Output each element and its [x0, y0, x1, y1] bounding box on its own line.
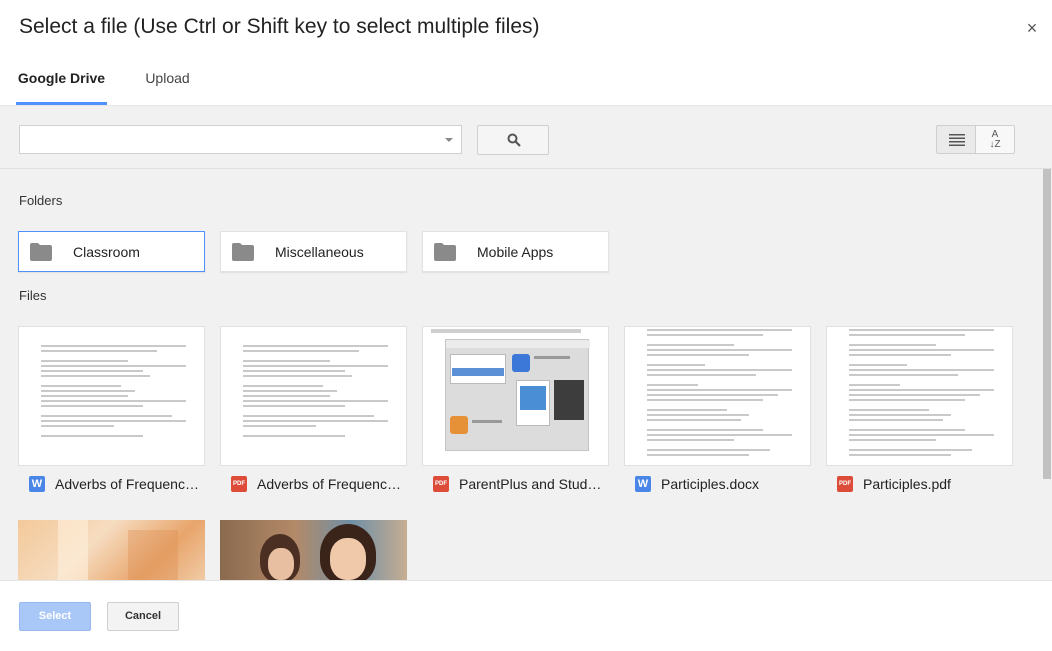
image-thumbnail [220, 520, 407, 580]
files-heading: Files [19, 288, 47, 303]
folder-icon [30, 243, 52, 261]
file-name: Adverbs of Frequency.pdf [257, 476, 402, 492]
file-thumbnail [220, 326, 407, 466]
file-name: Participles.pdf [863, 476, 951, 492]
scrollbar[interactable] [1043, 169, 1052, 580]
folder-name: Mobile Apps [477, 244, 554, 260]
file-picker-dialog: Select a file (Use Ctrl or Shift key to … [0, 0, 1052, 651]
list-view-button[interactable] [936, 125, 976, 154]
search-input[interactable] [19, 125, 462, 154]
pdf-icon: PDF [837, 476, 853, 492]
file-name: Participles.docx [661, 476, 760, 492]
cancel-button[interactable]: Cancel [107, 602, 179, 631]
search-icon [507, 133, 521, 147]
file-thumbnail [624, 326, 811, 466]
pdf-icon: PDF [231, 476, 247, 492]
word-doc-icon: W [29, 476, 45, 492]
scrollbar-thumb[interactable] [1043, 169, 1051, 479]
folder-name: Miscellaneous [275, 244, 364, 260]
sort-button[interactable]: A ↓Z [975, 125, 1015, 154]
sort-az-icon: A ↓Z [989, 129, 1001, 150]
dialog-title: Select a file (Use Ctrl or Shift key to … [19, 15, 540, 38]
tab-google-drive[interactable]: Google Drive [16, 58, 107, 105]
image-thumbnail [18, 520, 205, 580]
chevron-down-icon[interactable] [445, 138, 453, 142]
folders-heading: Folders [19, 193, 63, 208]
file-thumbnail [18, 326, 205, 466]
tab-upload[interactable]: Upload [131, 58, 204, 104]
file-name: Adverbs of Frequency.docx [55, 476, 200, 492]
close-icon[interactable]: × [1022, 18, 1042, 38]
folder-icon [434, 243, 456, 261]
folder-icon [232, 243, 254, 261]
word-doc-icon: W [635, 476, 651, 492]
folder-mobile-apps[interactable]: Mobile Apps [422, 231, 609, 272]
file-browser: Folders Classroom Miscellaneous Mobile A… [0, 169, 1043, 580]
pdf-icon: PDF [433, 476, 449, 492]
folder-name: Classroom [73, 244, 140, 260]
folder-classroom[interactable]: Classroom [18, 231, 205, 272]
file-thumbnail [826, 326, 1013, 466]
folder-miscellaneous[interactable]: Miscellaneous [220, 231, 407, 272]
file-name: ParentPlus and Student app.pdf [459, 476, 604, 492]
search-button[interactable] [477, 125, 549, 155]
toolbar: A ↓Z [0, 105, 1052, 169]
list-view-icon [949, 134, 965, 146]
select-button[interactable]: Select [19, 602, 91, 631]
dialog-header: Select a file (Use Ctrl or Shift key to … [0, 0, 1052, 105]
file-thumbnail [422, 326, 609, 466]
dialog-footer: Select Cancel [0, 580, 1052, 651]
